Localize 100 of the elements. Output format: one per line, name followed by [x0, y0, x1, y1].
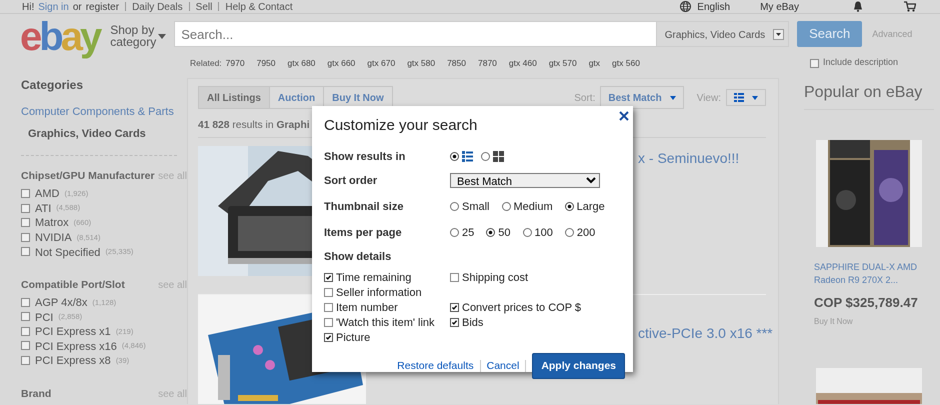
filter-option[interactable]: PCI Express x16 [35, 338, 117, 354]
apply-button[interactable]: Apply changes [532, 353, 625, 379]
list-view-icon [734, 93, 744, 102]
checkbox[interactable] [21, 298, 30, 307]
category-link[interactable]: Computer Components & Parts [21, 103, 187, 120]
checkbox[interactable] [324, 273, 333, 282]
restore-defaults-link[interactable]: Restore defaults [397, 358, 474, 374]
caret-icon [670, 96, 676, 100]
checkbox[interactable] [21, 247, 30, 256]
category-dropdown[interactable]: Graphics, Video Cards [656, 21, 790, 47]
checkbox[interactable] [21, 218, 30, 228]
language-link[interactable]: English [697, 2, 730, 12]
bell-icon[interactable] [853, 1, 863, 12]
radio-button[interactable] [450, 228, 459, 236]
filter-option[interactable]: PCI Express x1 [35, 323, 111, 340]
checkbox[interactable] [21, 356, 30, 366]
checkbox[interactable] [21, 232, 30, 242]
filter-option[interactable]: Matrox [35, 214, 69, 231]
option-label: Seller information [336, 285, 422, 300]
listing-tab[interactable]: All Listings [198, 86, 270, 109]
filter-heading: Chipset/GPU Manufacturer [21, 168, 155, 184]
radio-button[interactable] [450, 202, 459, 210]
filter-option[interactable]: AMD [35, 185, 60, 202]
related-link[interactable]: gtx 580 [407, 56, 436, 70]
radio-button[interactable] [522, 228, 532, 236]
related-link[interactable]: gtx [588, 56, 600, 70]
buying-format: Buy It Now [814, 316, 854, 328]
setting-label: Sort order [324, 172, 378, 188]
radio-button[interactable] [502, 202, 511, 210]
related-link[interactable]: 7970 [226, 56, 245, 70]
related-link[interactable]: gtx 560 [612, 56, 640, 70]
checkbox[interactable] [324, 318, 333, 327]
sidebar-heading: Categories [21, 78, 84, 92]
checkbox[interactable] [21, 312, 30, 322]
dialog-title: Customize your search [324, 116, 478, 134]
sign-in-link[interactable]: Sign in [38, 2, 69, 12]
checkbox[interactable] [324, 333, 333, 342]
option-label: 'Watch this item' link [336, 315, 435, 330]
filter-option[interactable]: NVIDIA [35, 228, 72, 246]
radio-button[interactable] [481, 152, 490, 160]
option-label: 25 [462, 224, 474, 240]
product-price: COP $325,789.47 [814, 294, 919, 312]
globe-icon[interactable] [680, 1, 692, 12]
option-label: Bids [462, 315, 484, 330]
shop-by-category-button[interactable]: Shop by category [110, 24, 166, 48]
checkbox[interactable] [21, 188, 30, 198]
filter-option[interactable]: PCI Express x8 [35, 352, 111, 369]
checkbox[interactable] [450, 303, 459, 312]
cancel-link[interactable]: Cancel [486, 358, 520, 374]
option-label: 50 [498, 224, 510, 240]
option-label: Medium [514, 198, 553, 214]
checkbox[interactable] [324, 288, 333, 297]
checkbox[interactable] [324, 303, 333, 312]
checkbox[interactable] [810, 58, 819, 68]
related-link[interactable]: gtx 670 [367, 56, 396, 70]
register-link[interactable]: register [86, 2, 120, 12]
setting-label: Thumbnail size [324, 198, 404, 214]
filter-option[interactable]: Not Specified [35, 244, 100, 260]
related-link[interactable]: gtx 570 [548, 56, 577, 70]
sort-label: Sort: [574, 91, 596, 105]
radio-button[interactable] [486, 228, 496, 236]
filter-option[interactable]: ATI [35, 200, 52, 216]
close-icon [619, 111, 629, 121]
option-label: Small [462, 198, 490, 214]
checkbox[interactable] [21, 204, 30, 213]
view-dropdown[interactable] [726, 89, 766, 106]
checkbox[interactable] [450, 273, 459, 282]
radio-button[interactable] [564, 228, 574, 236]
product-title[interactable]: SAPPHIRE DUAL-X AMD Radeon R9 270X 2... [814, 261, 934, 288]
my-ebay-link[interactable]: My eBay [760, 2, 799, 12]
related-link[interactable]: gtx 660 [327, 56, 356, 70]
checkbox[interactable] [21, 326, 30, 336]
option-label: Picture [336, 330, 370, 346]
filter-option[interactable]: PCI [35, 308, 54, 325]
close-button[interactable] [619, 111, 629, 121]
search-field[interactable]: Search... [174, 21, 656, 47]
top-nav-link[interactable]: Sell [196, 2, 212, 12]
filter-option[interactable]: AGP 4x/8x [35, 294, 88, 310]
option-label: Convert prices to COP $ [462, 300, 582, 316]
related-link[interactable]: 7850 [447, 56, 466, 70]
related-link[interactable]: 7950 [256, 56, 276, 70]
setting-label: Items per page [324, 224, 403, 240]
checkbox[interactable] [21, 341, 30, 350]
section-heading: Popular on eBay [804, 78, 934, 110]
cart-icon[interactable] [904, 1, 916, 12]
radio-button[interactable] [450, 152, 459, 160]
option-label: Item number [336, 300, 398, 316]
related-link[interactable]: 7870 [478, 56, 497, 70]
radio-button[interactable] [564, 202, 574, 210]
related-link[interactable]: gtx 680 [288, 56, 316, 70]
top-nav-link[interactable]: Daily Deals [132, 2, 183, 12]
ebay-logo[interactable]: ebay [20, 16, 106, 56]
option-label: Large [576, 198, 605, 214]
related-link[interactable]: gtx 460 [508, 56, 537, 70]
greeting-text: Hi! [22, 2, 34, 12]
current-category: Graphics, Video Cards [28, 126, 147, 142]
top-nav-link[interactable]: Help & Contact [225, 2, 293, 12]
sort-order-dropdown[interactable]: Best Match [450, 172, 600, 188]
checkbox[interactable] [450, 318, 459, 327]
listing-tab[interactable]: Auction [268, 86, 324, 109]
